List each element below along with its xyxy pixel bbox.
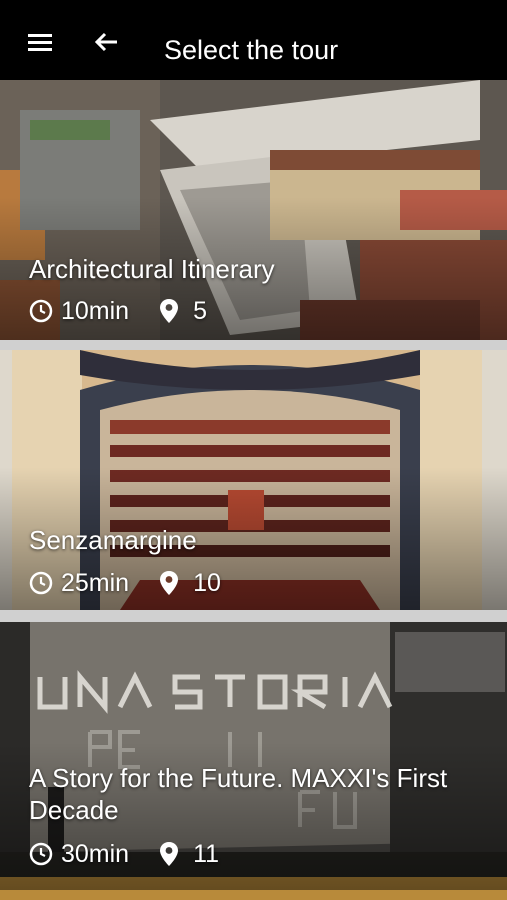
- page-title: Select the tour: [164, 35, 339, 65]
- tour-stops: 10: [193, 569, 221, 597]
- location-pin-icon: [160, 571, 179, 595]
- tour-duration: 10min: [61, 297, 130, 325]
- arrow-back-icon: [94, 32, 117, 52]
- tour-card-partial[interactable]: [0, 890, 507, 900]
- location-pin-icon: [160, 299, 179, 323]
- tour-duration: 30min: [61, 840, 130, 868]
- card-separator: [0, 340, 507, 350]
- tour-card-story-for-the-future[interactable]: A Story for the Future. MAXXI's First De…: [0, 622, 507, 890]
- tour-card-senzamargine[interactable]: Senzamargine 25min 10: [0, 350, 507, 610]
- tour-meta: 25min 10: [29, 568, 221, 598]
- tour-meta: 10min 5: [29, 296, 207, 326]
- tour-stops: 5: [193, 297, 207, 325]
- tour-title: Senzamargine: [29, 525, 197, 555]
- card-separator: [0, 610, 507, 622]
- tour-stops: 11: [193, 840, 220, 868]
- clock-icon: [29, 571, 53, 595]
- menu-icon: [28, 34, 52, 51]
- menu-button[interactable]: [22, 30, 58, 54]
- location-pin-icon: [160, 842, 179, 866]
- tour-card-architectural-itinerary[interactable]: Architectural Itinerary 10min 5: [0, 80, 507, 340]
- tour-title: A Story for the Future. MAXXI's First De…: [29, 763, 448, 825]
- app-bar: Select the tour: [0, 0, 507, 80]
- clock-icon: [29, 842, 53, 866]
- tour-title: Architectural Itinerary: [29, 254, 275, 284]
- clock-icon: [29, 299, 53, 323]
- back-button[interactable]: [90, 30, 126, 54]
- tour-meta: 30min 11: [29, 839, 219, 869]
- tour-duration: 25min: [61, 569, 130, 597]
